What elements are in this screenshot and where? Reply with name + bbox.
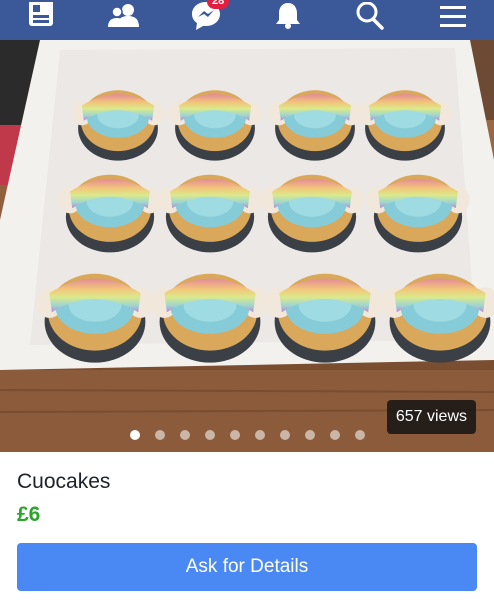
carousel-dot[interactable] (155, 430, 165, 440)
feed-icon[interactable] (24, 0, 58, 32)
friends-icon[interactable] (106, 0, 142, 32)
carousel-dot[interactable] (180, 430, 190, 440)
messenger-badge: 28 (207, 0, 230, 9)
listing-photo[interactable] (0, 40, 494, 452)
listing-title: Cuocakes (17, 470, 111, 493)
top-navigation-bar: 28 (0, 0, 494, 40)
carousel-dot[interactable] (255, 430, 265, 440)
carousel-dot[interactable] (305, 430, 315, 440)
ask-for-details-button[interactable]: Ask for Details (17, 543, 477, 591)
carousel-dot[interactable] (230, 430, 240, 440)
carousel-dot[interactable] (205, 430, 215, 440)
search-icon[interactable] (354, 0, 386, 32)
carousel-dot[interactable] (355, 430, 365, 440)
menu-icon[interactable] (438, 0, 468, 32)
listing-price: £6 (17, 503, 41, 526)
views-badge: 657 views (386, 400, 476, 434)
notifications-icon[interactable] (272, 0, 304, 32)
carousel-indicator (130, 430, 365, 440)
carousel-dot[interactable] (280, 430, 290, 440)
carousel-dot[interactable] (330, 430, 340, 440)
carousel-dot[interactable] (130, 430, 140, 440)
